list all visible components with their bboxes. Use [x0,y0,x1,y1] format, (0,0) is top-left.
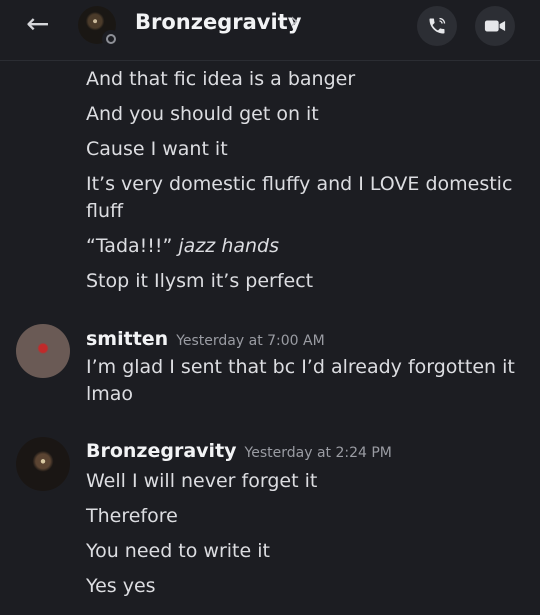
message-line: Yes yes [86,575,156,597]
message-text: “Tada!!!” [86,235,173,257]
chevron-right-icon[interactable]: › [290,9,299,34]
author-name[interactable]: smitten [86,328,168,350]
message-timestamp: Yesterday at 7:00 AM [176,333,325,349]
message-line: Cause I want it [86,138,228,160]
voice-call-button[interactable] [417,6,457,46]
chat-header: ← Bronzegravity › [0,0,540,61]
header-avatar[interactable] [78,6,120,48]
message-emphasis: jazz hands [178,235,280,257]
author-name[interactable]: Bronzegravity [86,440,237,462]
video-call-button[interactable] [475,6,515,46]
message-line: And you should get on it [86,103,319,125]
message-line: You need to write it [86,540,270,562]
phone-icon [429,17,446,34]
video-camera-icon [484,20,506,32]
message-author[interactable]: smitten Yesterday at 7:00 AM [86,328,325,350]
message-line: And that fic idea is a banger [86,68,356,90]
channel-title[interactable]: Bronzegravity [135,10,301,34]
message-line: “Tada!!!” jazz hands [86,233,526,260]
message-line: Therefore [86,505,178,527]
message-line: I’m glad I sent that bc I’d already forg… [86,356,515,405]
status-offline-icon [102,30,120,48]
message-line: It’s very domestic fluffy and I LOVE dom… [86,173,513,222]
message-line: Well I will never forget it [86,470,318,492]
avatar[interactable] [16,324,70,378]
back-arrow-icon[interactable]: ← [26,10,54,40]
message-timestamp: Yesterday at 2:24 PM [244,445,392,461]
message-line: Stop it Ilysm it’s perfect [86,270,314,292]
avatar[interactable] [16,437,70,491]
message-author[interactable]: Bronzegravity Yesterday at 2:24 PM [86,440,392,462]
